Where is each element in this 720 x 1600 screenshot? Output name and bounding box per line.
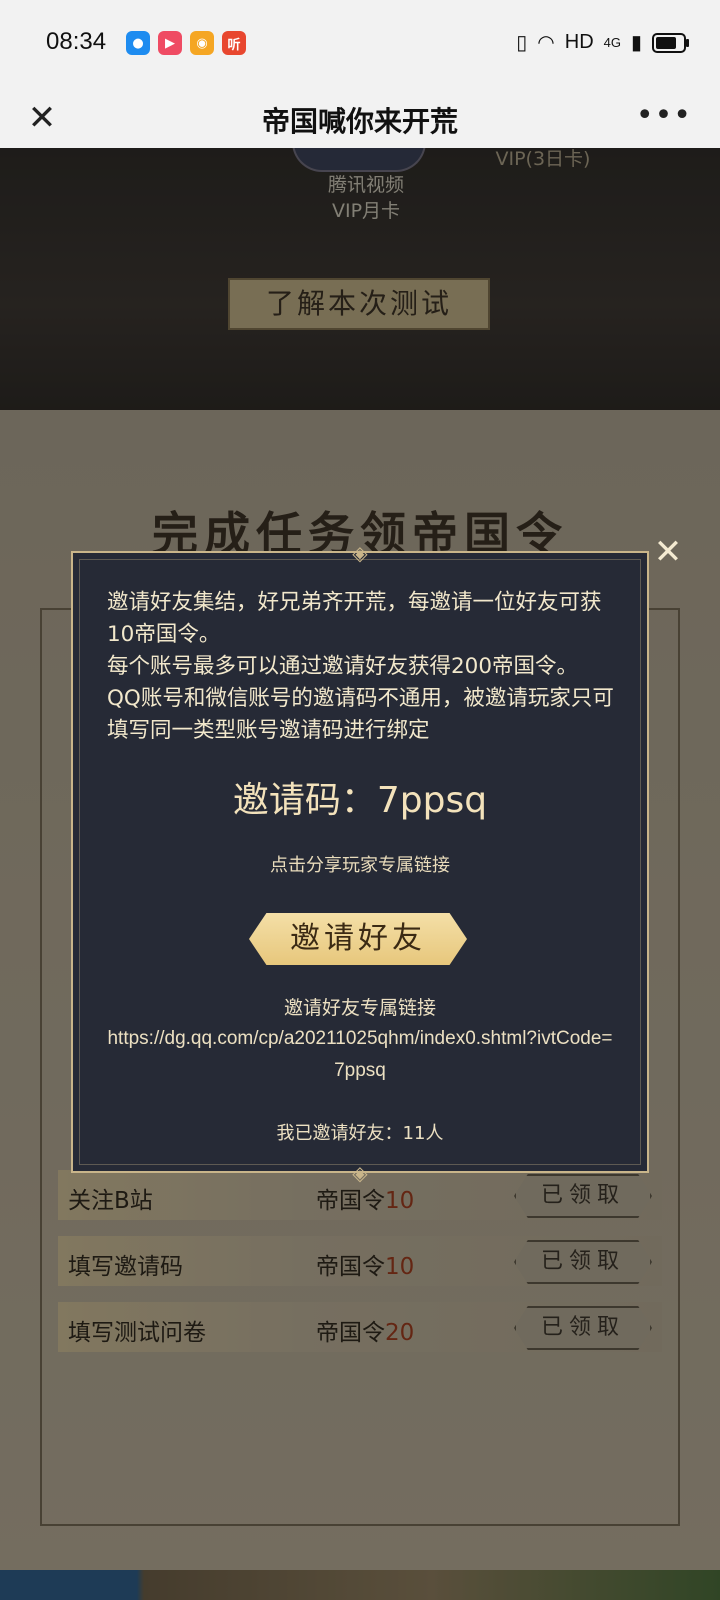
video-play-icon: ▶ bbox=[158, 31, 182, 55]
title-bar: ✕ 帝国喊你来开荒 ••• bbox=[0, 88, 720, 148]
signal-type: 4G bbox=[603, 35, 621, 50]
invite-description: 邀请好友集结，好兄弟齐开荒，每邀请一位好友可获10帝国令。 每个账号最多可以通过… bbox=[107, 587, 619, 747]
vibrate-icon: ▯ bbox=[516, 32, 528, 54]
status-time: 08:34 bbox=[46, 28, 107, 55]
ornament-bottom-icon: ◈ bbox=[352, 1161, 368, 1185]
invite-rule-3: QQ账号和微信账号的邀请码不通用，被邀请玩家只可填写同一类型账号邀请码进行绑定 bbox=[107, 686, 614, 743]
modal-close-icon[interactable]: ✕ bbox=[648, 532, 688, 572]
invite-link-label: 邀请好友专属链接 bbox=[283, 997, 436, 1019]
invited-count: 我已邀请好友：11人 bbox=[276, 1123, 444, 1144]
ornament-top-icon: ◈ bbox=[352, 541, 368, 565]
signal-icon: ▮ bbox=[630, 32, 642, 54]
invite-modal: ◈ 邀请好友集结，好兄弟齐开荒，每邀请一位好友可获10帝国令。 每个账号最多可以… bbox=[71, 543, 649, 1183]
page-title: 帝国喊你来开荒 bbox=[261, 105, 458, 138]
listen-app-icon: 听 bbox=[222, 31, 246, 55]
network-type: HD bbox=[564, 31, 594, 53]
weibo-icon: ◉ bbox=[190, 31, 214, 55]
status-indicators: ▯ ◠ HD 4G ▮ bbox=[516, 30, 689, 55]
battery-icon bbox=[652, 32, 689, 53]
invite-link-url[interactable]: https://dg.qq.com/cp/a20211025qhm/index0… bbox=[103, 1023, 617, 1087]
status-app-icons: ● ▶ ◉ 听 bbox=[126, 31, 246, 55]
invite-rule-2: 每个账号最多可以通过邀请好友获得200帝国令。 bbox=[107, 654, 579, 679]
status-bar: 08:34 ● ▶ ◉ 听 ▯ ◠ HD 4G ▮ bbox=[0, 0, 720, 88]
share-hint: 点击分享玩家专属链接 bbox=[270, 855, 450, 876]
invite-code: 邀请码：7ppsq bbox=[232, 780, 488, 821]
invite-friends-button[interactable]: 邀请好友 bbox=[249, 913, 467, 965]
invite-rule-1: 邀请好友集结，好兄弟齐开荒，每邀请一位好友可获10帝国令。 bbox=[107, 590, 602, 647]
wifi-icon: ◠ bbox=[537, 32, 555, 54]
app-circle-icon: ● bbox=[126, 31, 150, 55]
more-options-icon[interactable]: ••• bbox=[636, 98, 692, 133]
